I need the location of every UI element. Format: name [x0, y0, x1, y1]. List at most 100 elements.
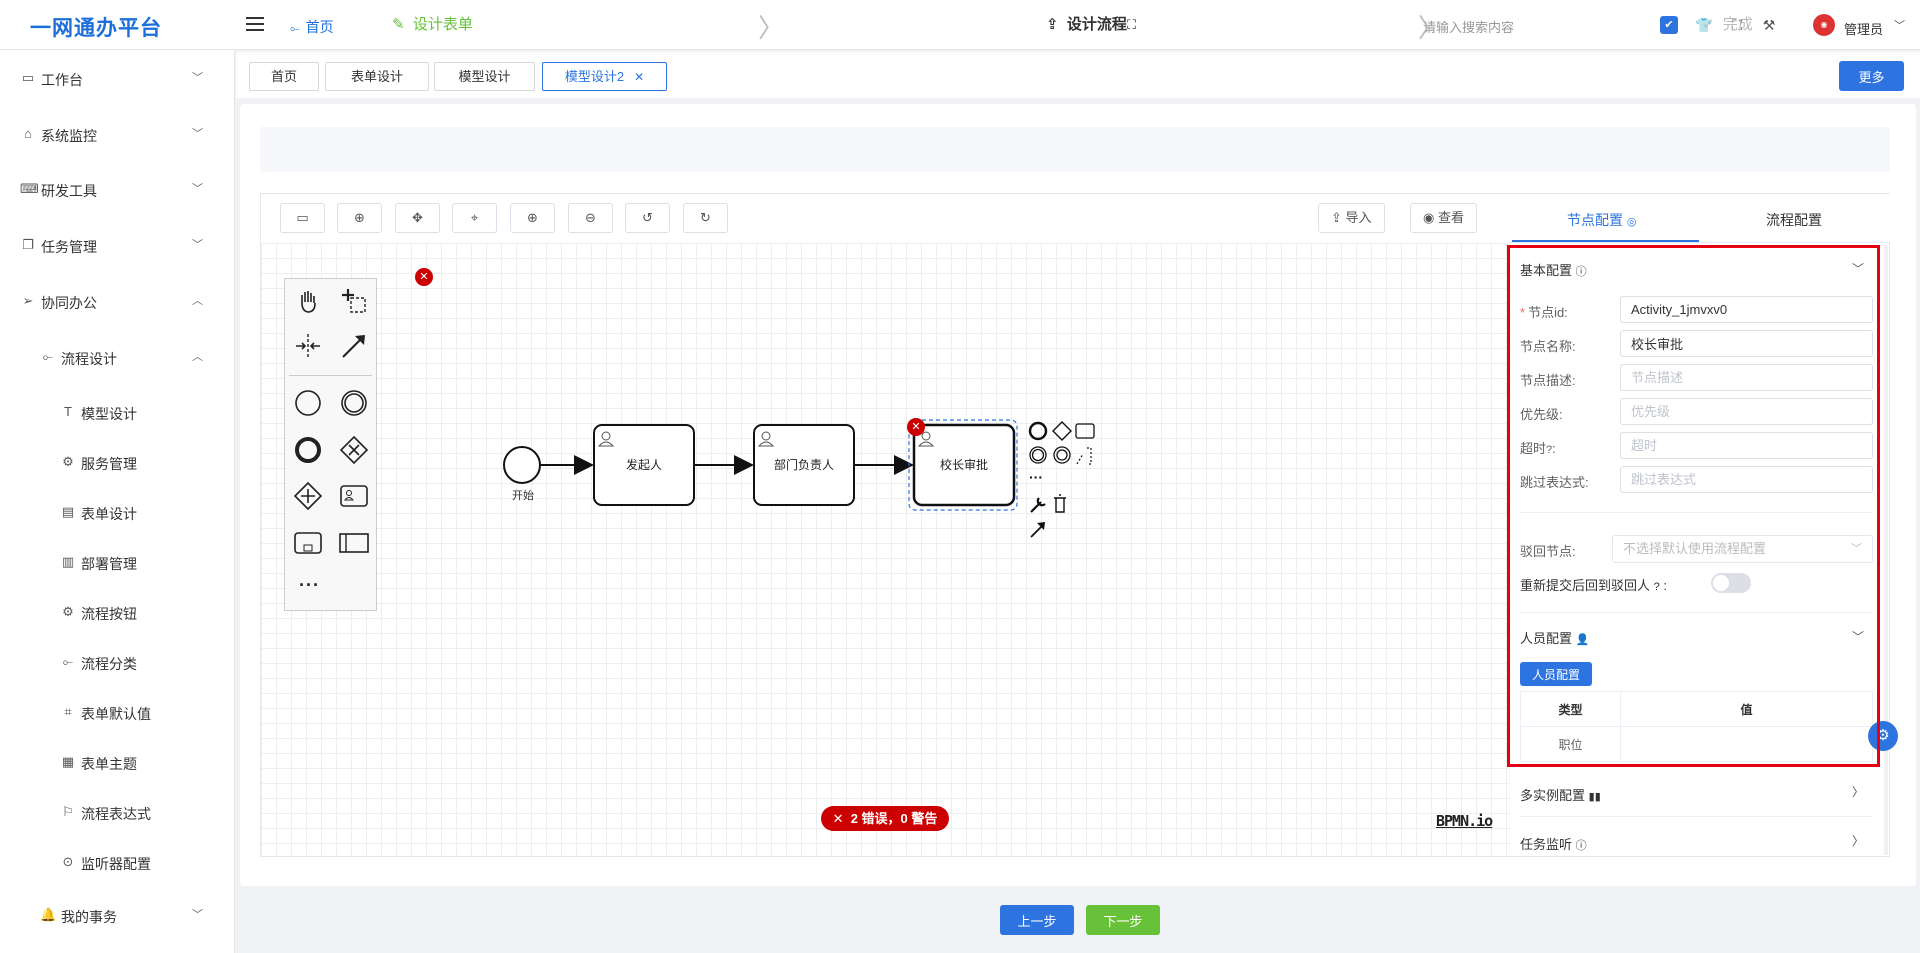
upload-icon: ⇪: [1046, 16, 1059, 33]
chevron-right-icon[interactable]: 〉: [1852, 783, 1864, 800]
sidebar-item-form-theme[interactable]: ▦ 表单主题: [0, 742, 235, 782]
bpmn-logo[interactable]: BPMN.io: [1436, 812, 1493, 830]
hand-tool-icon[interactable]: [292, 285, 324, 317]
wrench-icon[interactable]: [1030, 497, 1046, 513]
intermediate-event-icon[interactable]: [338, 387, 370, 419]
tab-node-config[interactable]: 节点配置 ◎: [1567, 210, 1637, 230]
undo-icon[interactable]: ↺: [625, 203, 670, 233]
import-button[interactable]: ⇪ 导入: [1318, 203, 1385, 233]
step-label: 设计流程: [1066, 16, 1127, 33]
lasso-tool-icon[interactable]: [338, 285, 370, 317]
fullscreen-icon[interactable]: ⛶: [1127, 17, 1136, 32]
tab-model-design[interactable]: 模型设计: [434, 62, 535, 91]
task-label: 校长审批: [939, 458, 988, 472]
task-listener-header[interactable]: 任务监听 ⓘ: [1520, 834, 1587, 853]
sidebar-item-flow-design[interactable]: ⟜ 流程设计 ︿: [0, 337, 235, 377]
breadcrumb[interactable]: ⟜ 首页: [290, 17, 334, 37]
zoom-out-icon[interactable]: ⊖: [568, 203, 613, 233]
sidebar-item-workbench[interactable]: ▭ 工作台 ﹀: [0, 58, 235, 98]
sidebar-item-monitor[interactable]: ⌂ 系统监控 ﹀: [0, 114, 235, 154]
start-event-icon[interactable]: [292, 387, 324, 419]
chevron-down-icon: ﹀: [192, 909, 203, 921]
chevron-down-icon[interactable]: ﹀: [1894, 17, 1905, 33]
step-design-form[interactable]: ✎ 设计表单: [392, 13, 473, 34]
connect-tool-icon[interactable]: [338, 330, 370, 362]
error-marker-icon[interactable]: ✕: [415, 268, 433, 286]
append-task-icon[interactable]: [1075, 423, 1095, 439]
sidebar-item-deploy[interactable]: ▥ 部署管理: [0, 542, 235, 582]
sidebar-item-label: 流程按钮: [81, 606, 137, 622]
sidebar-item-flow-category[interactable]: ⟜ 流程分类: [0, 642, 235, 682]
more-options-icon[interactable]: ···: [1029, 469, 1043, 485]
add-icon[interactable]: ⊕: [337, 203, 382, 233]
parallel-gateway-icon[interactable]: [292, 480, 324, 512]
user-task-icon[interactable]: [338, 480, 370, 512]
multi-instance-header[interactable]: 多实例配置 ▮▮: [1520, 785, 1601, 804]
gear-icon: ⚙: [62, 454, 74, 469]
sidebar-item-listener[interactable]: ⊙ 监听器配置: [0, 842, 235, 882]
tab-home[interactable]: 首页: [249, 62, 319, 91]
copy-icon: ❐: [22, 237, 34, 252]
gear-icon: ⚙: [62, 604, 74, 619]
space-tool-icon[interactable]: [292, 330, 324, 362]
append-gateway-icon[interactable]: [1052, 421, 1072, 441]
more-tools-icon[interactable]: ···: [299, 575, 320, 596]
next-step-button[interactable]: 下一步: [1086, 905, 1160, 935]
sidebar-item-form-design[interactable]: ▤ 表单设计: [0, 492, 235, 532]
open-file-icon[interactable]: ▭: [280, 203, 325, 233]
text-annotation-icon[interactable]: [1076, 447, 1092, 465]
avatar[interactable]: ◉: [1813, 14, 1835, 36]
start-event[interactable]: [503, 446, 541, 484]
sidebar-item-tasks[interactable]: ❐ 任务管理 ﹀: [0, 225, 235, 265]
bpmn-diagram: [503, 419, 1018, 511]
chevron-down-icon: ﹀: [192, 239, 203, 251]
context-pad: ···: [1028, 421, 1095, 538]
chevron-right-icon[interactable]: 〉: [1852, 832, 1864, 849]
checkbox-icon[interactable]: ✔: [1660, 16, 1678, 34]
view-button[interactable]: ◉ 查看: [1410, 203, 1477, 233]
more-button[interactable]: 更多: [1839, 61, 1904, 91]
append-message-icon[interactable]: [1056, 449, 1068, 461]
status-badge[interactable]: ✕ 2 错误，0 警告: [821, 806, 949, 831]
user-name[interactable]: 管理员: [1844, 19, 1883, 38]
sidebar-item-my-affairs[interactable]: 🔔 我的事务 ﹀: [0, 895, 235, 935]
zoom-in-icon[interactable]: ⊕: [510, 203, 555, 233]
sidebar-item-model-design[interactable]: T 模型设计: [0, 392, 235, 432]
append-intermediate-event-icon[interactable]: [1031, 448, 1045, 462]
sidebar-item-flow-buttons[interactable]: ⚙ 流程按钮: [0, 592, 235, 632]
tab-model-design-2[interactable]: 模型设计2 ✕: [542, 62, 667, 91]
flag-icon: ⚐: [62, 804, 74, 819]
trash-icon[interactable]: [1054, 494, 1066, 513]
sidebar-item-label: 表单默认值: [81, 706, 151, 722]
chevron-down-icon: ﹀: [192, 128, 203, 140]
prev-step-button[interactable]: 上一步: [1000, 905, 1074, 935]
end-event-icon[interactable]: [292, 434, 324, 466]
menu-toggle-icon[interactable]: [246, 17, 264, 31]
close-icon[interactable]: ✕: [634, 70, 644, 84]
locate-icon[interactable]: ⌖: [452, 203, 497, 233]
active-tab-indicator: [1512, 240, 1699, 242]
move-icon[interactable]: ✥: [395, 203, 440, 233]
config-tabs: 节点配置 ◎ 流程配置: [1510, 194, 1890, 243]
sidebar-item-flow-expression[interactable]: ⚐ 流程表达式: [0, 792, 235, 832]
tab-process-config[interactable]: 流程配置: [1766, 210, 1822, 230]
subprocess-icon[interactable]: [292, 527, 324, 559]
app-logo[interactable]: 一网通办平台: [30, 12, 162, 42]
section-title: 任务监听: [1520, 837, 1573, 852]
sidebar-item-form-default[interactable]: ⌗ 表单默认值: [0, 692, 235, 732]
sidebar-item-office[interactable]: ➢ 协同办公 ︿: [0, 281, 235, 321]
section-divider: [1520, 816, 1873, 817]
sidebar-item-devtools[interactable]: ⌨ 研发工具 ﹀: [0, 169, 235, 209]
panel-scrollbar[interactable]: [1884, 245, 1888, 855]
exclusive-gateway-icon[interactable]: [338, 434, 370, 466]
chevron-down-icon: ﹀: [192, 183, 203, 195]
sidebar-item-service[interactable]: ⚙ 服务管理: [0, 442, 235, 482]
append-end-event-icon[interactable]: [1028, 421, 1048, 441]
tools-icon[interactable]: ⚒: [1760, 16, 1778, 34]
step-design-flow[interactable]: ⇪ 设计流程⛶: [1046, 13, 1136, 34]
step-complete[interactable]: ✓ 完成: [1702, 13, 1753, 34]
error-marker-icon[interactable]: ✕: [907, 418, 925, 436]
redo-icon[interactable]: ↻: [683, 203, 728, 233]
pool-icon[interactable]: [338, 527, 370, 559]
tab-form-design[interactable]: 表单设计: [325, 62, 429, 91]
